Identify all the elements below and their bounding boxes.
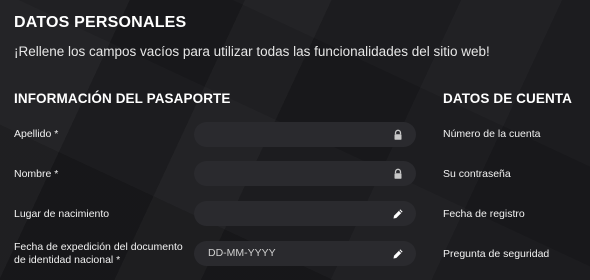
birthplace-field[interactable] — [194, 201, 416, 226]
issue-date-field[interactable]: DD-MM-YYYY — [194, 241, 416, 266]
account-section-title: DATOS DE CUENTA — [443, 91, 573, 106]
account-item-registration-date: Fecha de registro — [443, 208, 525, 220]
pencil-icon[interactable] — [392, 247, 404, 259]
lock-icon — [392, 128, 404, 140]
issue-date-placeholder: DD-MM-YYYY — [208, 247, 276, 259]
page-title: DATOS PERSONALES — [14, 14, 187, 31]
surname-field[interactable] — [194, 122, 416, 147]
account-item-number: Número de la cuenta — [443, 128, 541, 140]
birthplace-label: Lugar de nacimiento — [14, 208, 110, 220]
page-subtitle: ¡Rellene los campos vacíos para utilizar… — [14, 44, 490, 59]
first-name-field[interactable] — [194, 161, 416, 186]
first-name-label: Nombre * — [14, 168, 59, 180]
pencil-icon[interactable] — [392, 207, 404, 219]
passport-section-title: INFORMACIÓN DEL PASAPORTE — [14, 91, 231, 106]
account-item-security-question: Pregunta de seguridad — [443, 248, 550, 260]
lock-icon — [392, 167, 404, 179]
issue-date-label: Fecha de expedición del documento de ide… — [14, 241, 183, 266]
account-item-password: Su contraseña — [443, 168, 511, 180]
surname-label: Apellido * — [14, 128, 59, 140]
